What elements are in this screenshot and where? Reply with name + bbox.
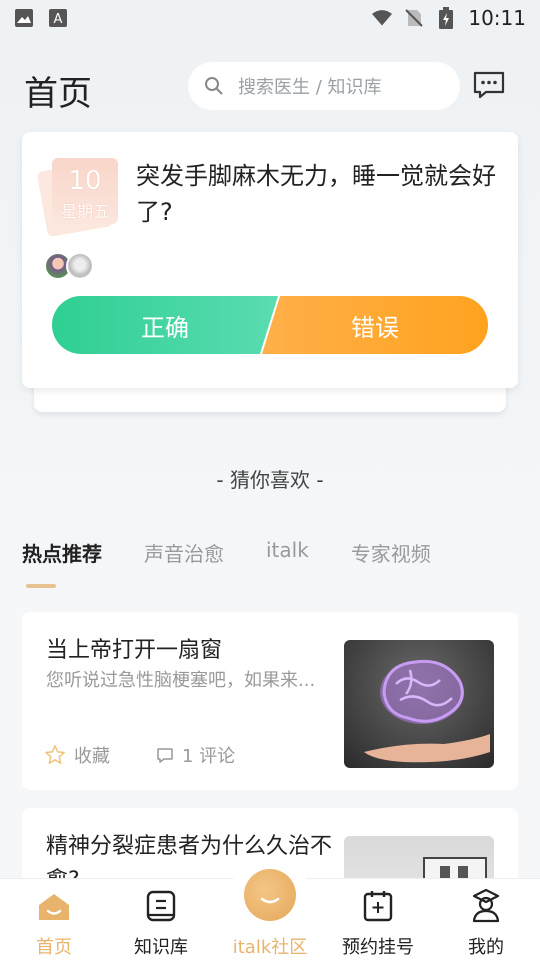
comment-icon: [157, 748, 173, 763]
tabbar-label: 我的: [468, 937, 504, 958]
profile-icon: [472, 888, 500, 923]
tabbar-label: italk社区: [232, 937, 308, 958]
answer-right-button[interactable]: 正确: [52, 296, 278, 354]
date-weekday: 星期五: [60, 202, 109, 221]
tabbar-item-appointment[interactable]: 预约挂号: [333, 885, 423, 959]
tab-sound-healing[interactable]: 声音治愈: [144, 520, 224, 584]
comment-button[interactable]: 1 评论: [156, 742, 235, 768]
tabbar-item-profile[interactable]: 我的: [441, 885, 531, 959]
section-title: - 猜你喜欢 -: [216, 468, 324, 492]
svg-text:A: A: [54, 12, 63, 27]
answer-wrong-button[interactable]: 错误: [262, 296, 488, 354]
search-placeholder: 搜索医生 / 知识库: [238, 77, 382, 98]
font-icon: A: [48, 8, 68, 28]
tabbar-item-home[interactable]: 首页: [9, 885, 99, 959]
battery-icon: [436, 7, 456, 29]
tab-hot[interactable]: 热点推荐: [22, 520, 102, 584]
header: 首页 搜索医生 / 知识库: [0, 60, 540, 116]
comment-label: 1 评论: [182, 746, 236, 767]
wifi-icon: [372, 8, 393, 28]
date-tile: 10 星期五: [52, 158, 118, 224]
message-icon: [473, 71, 505, 99]
participant-avatars: [44, 252, 94, 280]
star-icon: [45, 745, 65, 764]
page-title: 首页: [24, 74, 92, 114]
content-tabs: 热点推荐 声音治愈 italk 专家视频: [22, 520, 431, 584]
article-meta: 收藏 1 评论: [44, 742, 235, 768]
bottom-tab-bar: 首页 知识库 italk社区 预约挂号 我的: [0, 859, 540, 960]
tabbar-item-knowledge[interactable]: 知识库: [116, 885, 206, 959]
no-sim-icon: [404, 8, 424, 28]
article-summary: 您听说过急性脑梗塞吧，如果来...: [46, 670, 316, 691]
date-badge: 10 星期五: [36, 158, 124, 238]
article-title: 当上帝打开一扇窗: [46, 638, 223, 663]
calendar-icon: [363, 891, 393, 922]
avatar: [66, 252, 94, 280]
clock: 10:11: [468, 6, 526, 30]
home-icon: [39, 894, 69, 920]
image-icon: [14, 8, 34, 28]
tab-italk[interactable]: italk: [266, 520, 309, 584]
search-icon: [205, 77, 223, 95]
favorite-label: 收藏: [74, 746, 110, 767]
tabbar-label: 知识库: [134, 937, 188, 958]
article-thumbnail: [344, 640, 494, 768]
brain-in-hand-illustration: [364, 659, 490, 763]
article-card[interactable]: 当上帝打开一扇窗 您听说过急性脑梗塞吧，如果来... 收藏 1 评论: [22, 612, 518, 790]
divider: [0, 588, 540, 608]
favorite-button[interactable]: 收藏: [44, 742, 110, 768]
status-bar: A 10:11: [0, 0, 540, 36]
tabbar-label: 首页: [36, 937, 72, 958]
tabbar-item-community[interactable]: italk社区: [225, 885, 315, 959]
message-button[interactable]: [472, 70, 506, 100]
quiz-question: 突发手脚麻木无力，睡一觉就会好了?: [136, 162, 496, 226]
daily-quiz-card: 10 星期五 突发手脚麻木无力，睡一觉就会好了? 正确 错误: [22, 132, 518, 388]
tab-expert-video[interactable]: 专家视频: [351, 520, 431, 584]
tabbar-label: 预约挂号: [342, 937, 414, 958]
search-input[interactable]: 搜索医生 / 知识库: [188, 62, 460, 110]
book-icon: [146, 890, 176, 922]
date-day: 10: [68, 166, 102, 196]
